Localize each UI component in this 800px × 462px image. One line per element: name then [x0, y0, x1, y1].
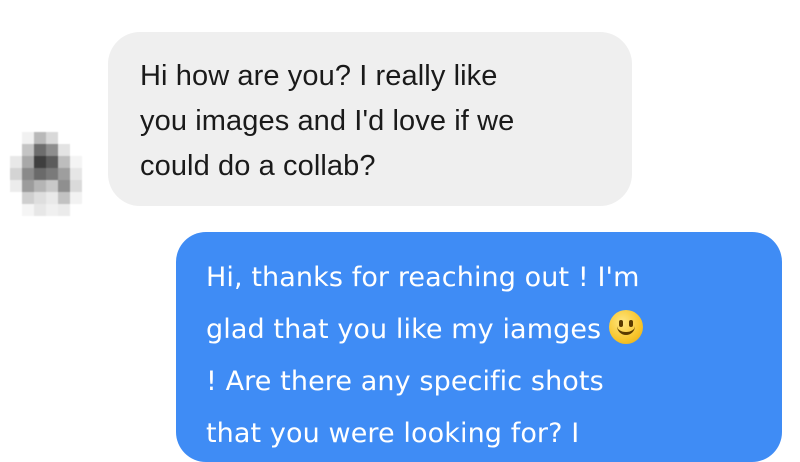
avatar-pixel	[58, 156, 70, 168]
avatar-pixel	[46, 180, 58, 192]
avatar-pixel	[22, 132, 34, 144]
message-text-line: could do a collab?	[140, 150, 376, 182]
avatar-pixel	[58, 192, 70, 204]
avatar-pixel	[34, 168, 46, 180]
message-text-line: Hi, thanks for reaching out ! I'm	[206, 262, 640, 293]
avatar-pixel	[70, 204, 82, 216]
avatar-pixel	[46, 144, 58, 156]
avatar-pixel	[22, 204, 34, 216]
message-text-line-with-emoji: glad that you like my iamges	[206, 304, 756, 356]
avatar-pixel	[22, 168, 34, 180]
avatar-pixel	[22, 156, 34, 168]
avatar-pixel	[70, 144, 82, 156]
avatar-pixel	[10, 168, 22, 180]
avatar-pixel	[22, 144, 34, 156]
avatar-pixel	[70, 192, 82, 204]
avatar-pixel	[70, 132, 82, 144]
avatar-pixel	[58, 144, 70, 156]
avatar-pixel	[58, 132, 70, 144]
avatar-pixel	[34, 192, 46, 204]
avatar-pixel	[10, 204, 22, 216]
avatar-pixel	[70, 156, 82, 168]
message-text-line: that you were looking for? I	[206, 418, 580, 449]
avatar-pixel	[34, 156, 46, 168]
avatar-pixel	[22, 180, 34, 192]
message-thread: Hi how are you? I really like you images…	[0, 0, 800, 462]
avatar-pixel	[58, 180, 70, 192]
avatar-pixel	[58, 168, 70, 180]
avatar-pixel	[70, 168, 82, 180]
avatar-pixel	[10, 144, 22, 156]
avatar-pixel	[46, 132, 58, 144]
message-text-line: Hi how are you? I really like	[140, 60, 498, 92]
avatar-pixel	[34, 132, 46, 144]
avatar-pixel	[58, 204, 70, 216]
avatar-pixel	[34, 204, 46, 216]
slightly-smiling-face-icon	[609, 310, 644, 344]
avatar[interactable]	[10, 132, 82, 216]
avatar-pixel	[46, 156, 58, 168]
avatar-pixel	[46, 192, 58, 204]
message-text: glad that you like my iamges	[206, 314, 602, 345]
avatar-pixel	[10, 192, 22, 204]
avatar-pixel	[10, 156, 22, 168]
outgoing-message-bubble[interactable]: Hi, thanks for reaching out ! I'm glad t…	[176, 232, 782, 462]
avatar-pixel	[34, 180, 46, 192]
incoming-message-bubble[interactable]: Hi how are you? I really like you images…	[108, 32, 632, 206]
avatar-pixel	[70, 180, 82, 192]
avatar-pixel	[10, 132, 22, 144]
avatar-pixel	[46, 204, 58, 216]
message-text-line: ! Are there any specific shots	[206, 366, 604, 397]
avatar-pixel	[22, 192, 34, 204]
avatar-pixel	[34, 144, 46, 156]
avatar-pixel	[10, 180, 22, 192]
avatar-pixel	[46, 168, 58, 180]
message-text-line: you images and I'd love if we	[140, 105, 515, 137]
